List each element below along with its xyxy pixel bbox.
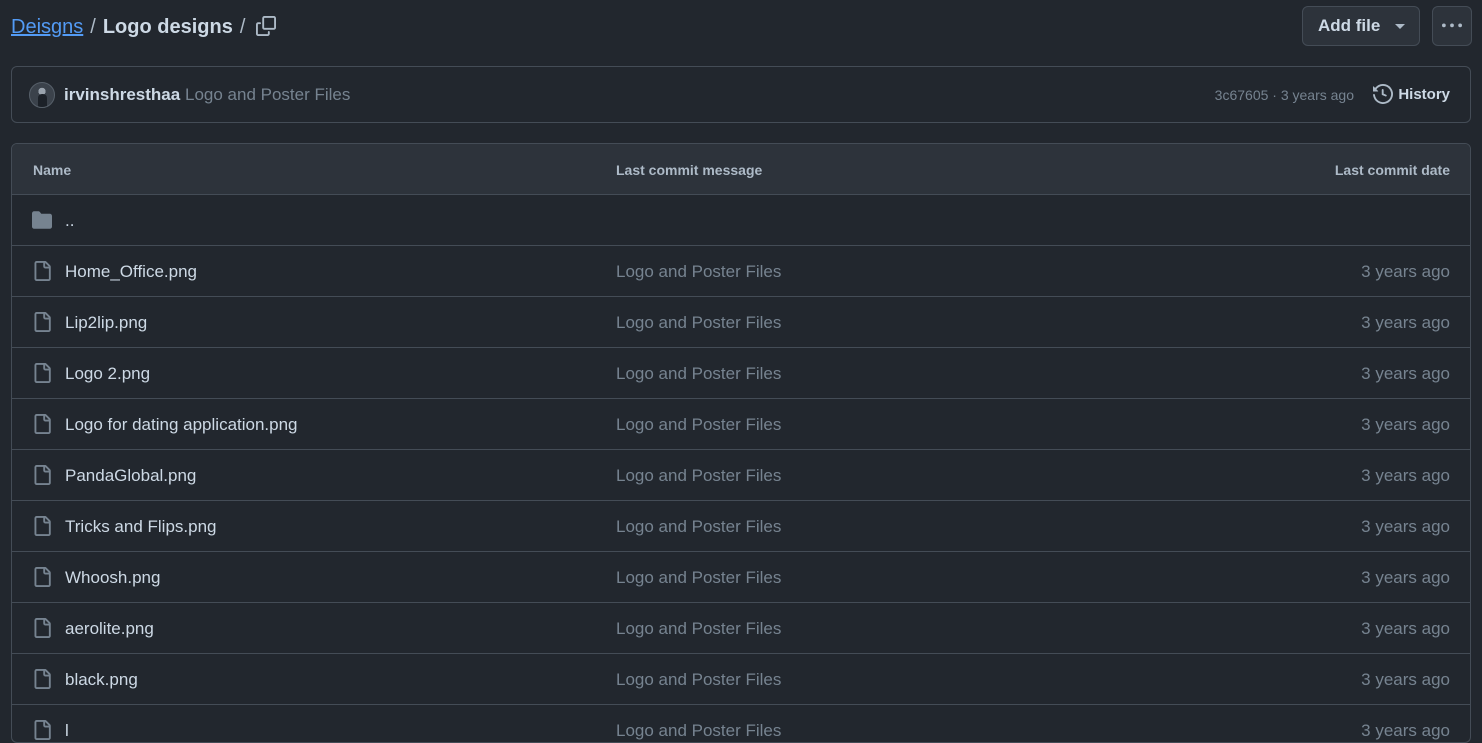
file-icon bbox=[34, 669, 51, 689]
avatar[interactable] bbox=[29, 82, 55, 108]
file-name-link[interactable]: Logo 2.png bbox=[65, 364, 150, 384]
commit-message-link[interactable]: Logo and Poster Files bbox=[185, 85, 350, 105]
column-header-message: Last commit message bbox=[616, 162, 763, 178]
top-bar: Deisgns / Logo designs / Add file bbox=[0, 0, 1482, 56]
table-row[interactable]: aerolite.png Logo and Poster Files 3 yea… bbox=[12, 603, 1470, 654]
copy-icon bbox=[256, 16, 276, 36]
table-row[interactable]: Lip2lip.png Logo and Poster Files 3 year… bbox=[12, 297, 1470, 348]
file-icon bbox=[34, 414, 51, 434]
breadcrumb-link-deisgns[interactable]: Deisgns bbox=[11, 13, 83, 41]
file-commit-date: 3 years ago bbox=[1361, 466, 1450, 485]
commit-author-link[interactable]: irvinshresthaa bbox=[64, 85, 180, 105]
file-commit-message-link[interactable]: Logo and Poster Files bbox=[616, 262, 781, 282]
file-commit-message-link[interactable]: Logo and Poster Files bbox=[616, 466, 781, 486]
file-commit-message-link[interactable]: Logo and Poster Files bbox=[616, 364, 781, 384]
file-commit-date: 3 years ago bbox=[1361, 415, 1450, 434]
file-commit-date: 3 years ago bbox=[1361, 364, 1450, 383]
kebab-horizontal-icon bbox=[1442, 23, 1462, 28]
file-commit-date: 3 years ago bbox=[1361, 313, 1450, 332]
file-commit-message-link[interactable]: Logo and Poster Files bbox=[616, 670, 781, 690]
file-icon bbox=[34, 363, 51, 383]
file-commit-message-link[interactable]: Logo and Poster Files bbox=[616, 313, 781, 333]
file-commit-message-link[interactable]: Logo and Poster Files bbox=[616, 568, 781, 588]
parent-directory-row[interactable]: .. bbox=[12, 195, 1470, 246]
file-commit-message-link[interactable]: Logo and Poster Files bbox=[616, 415, 781, 435]
file-icon bbox=[34, 261, 51, 281]
file-name-link[interactable]: Home_Office.png bbox=[65, 262, 197, 282]
file-icon bbox=[34, 312, 51, 332]
file-icon bbox=[34, 465, 51, 485]
file-commit-message-link[interactable]: Logo and Poster Files bbox=[616, 619, 781, 639]
file-name-link[interactable]: aerolite.png bbox=[65, 619, 154, 639]
table-row[interactable]: Logo for dating application.png Logo and… bbox=[12, 399, 1470, 450]
file-name-link[interactable]: Lip2lip.png bbox=[65, 313, 147, 333]
table-row[interactable]: Logo 2.png Logo and Poster Files 3 years… bbox=[12, 348, 1470, 399]
parent-directory-link[interactable]: .. bbox=[65, 211, 74, 231]
file-commit-date: 3 years ago bbox=[1361, 670, 1450, 689]
table-row[interactable]: Tricks and Flips.png Logo and Poster Fil… bbox=[12, 501, 1470, 552]
file-name-link[interactable]: Logo for dating application.png bbox=[65, 415, 298, 435]
file-name-link[interactable]: Whoosh.png bbox=[65, 568, 160, 588]
file-icon bbox=[34, 516, 51, 536]
more-options-button[interactable] bbox=[1432, 6, 1472, 46]
table-row[interactable]: l Logo and Poster Files 3 years ago bbox=[12, 705, 1470, 742]
column-header-name: Name bbox=[33, 162, 72, 178]
file-commit-date: 3 years ago bbox=[1361, 262, 1450, 281]
history-button[interactable]: History bbox=[1373, 84, 1450, 104]
file-commit-date: 3 years ago bbox=[1361, 721, 1450, 740]
file-icon bbox=[34, 618, 51, 638]
table-row[interactable]: black.png Logo and Poster Files 3 years … bbox=[12, 654, 1470, 705]
file-commit-message-link[interactable]: Logo and Poster Files bbox=[616, 517, 781, 537]
file-name-link[interactable]: l bbox=[65, 721, 69, 741]
table-header: Name Last commit message Last commit dat… bbox=[12, 144, 1470, 195]
breadcrumb-separator: / bbox=[90, 16, 96, 38]
file-name-link[interactable]: PandaGlobal.png bbox=[65, 466, 196, 486]
copy-path-button[interactable] bbox=[252, 12, 280, 40]
triangle-down-icon bbox=[1395, 24, 1405, 29]
file-icon bbox=[34, 567, 51, 587]
add-file-button[interactable]: Add file bbox=[1302, 6, 1420, 46]
file-commit-date: 3 years ago bbox=[1361, 568, 1450, 587]
file-name-link[interactable]: Tricks and Flips.png bbox=[65, 517, 216, 537]
table-row[interactable]: Whoosh.png Logo and Poster Files 3 years… bbox=[12, 552, 1470, 603]
add-file-label: Add file bbox=[1318, 16, 1381, 35]
history-icon bbox=[1373, 84, 1394, 104]
commit-meta[interactable]: 3c67605 · 3 years ago bbox=[1215, 87, 1354, 103]
breadcrumb-current: Logo designs bbox=[102, 16, 233, 38]
folder-icon bbox=[32, 211, 52, 229]
breadcrumb-trailing-separator: / bbox=[239, 16, 246, 38]
file-name-link[interactable]: black.png bbox=[65, 670, 138, 690]
file-icon bbox=[34, 720, 51, 740]
file-table: Name Last commit message Last commit dat… bbox=[11, 143, 1471, 743]
table-row[interactable]: Home_Office.png Logo and Poster Files 3 … bbox=[12, 246, 1470, 297]
column-header-date: Last commit date bbox=[1334, 162, 1450, 178]
file-commit-message-link[interactable]: Logo and Poster Files bbox=[616, 721, 781, 741]
table-row[interactable]: PandaGlobal.png Logo and Poster Files 3 … bbox=[12, 450, 1470, 501]
history-label: History bbox=[1398, 85, 1450, 103]
latest-commit-bar: irvinshresthaa Logo and Poster Files 3c6… bbox=[11, 66, 1471, 123]
file-commit-date: 3 years ago bbox=[1361, 517, 1450, 536]
breadcrumb: Deisgns / Logo designs / bbox=[11, 13, 252, 41]
file-commit-date: 3 years ago bbox=[1361, 619, 1450, 638]
